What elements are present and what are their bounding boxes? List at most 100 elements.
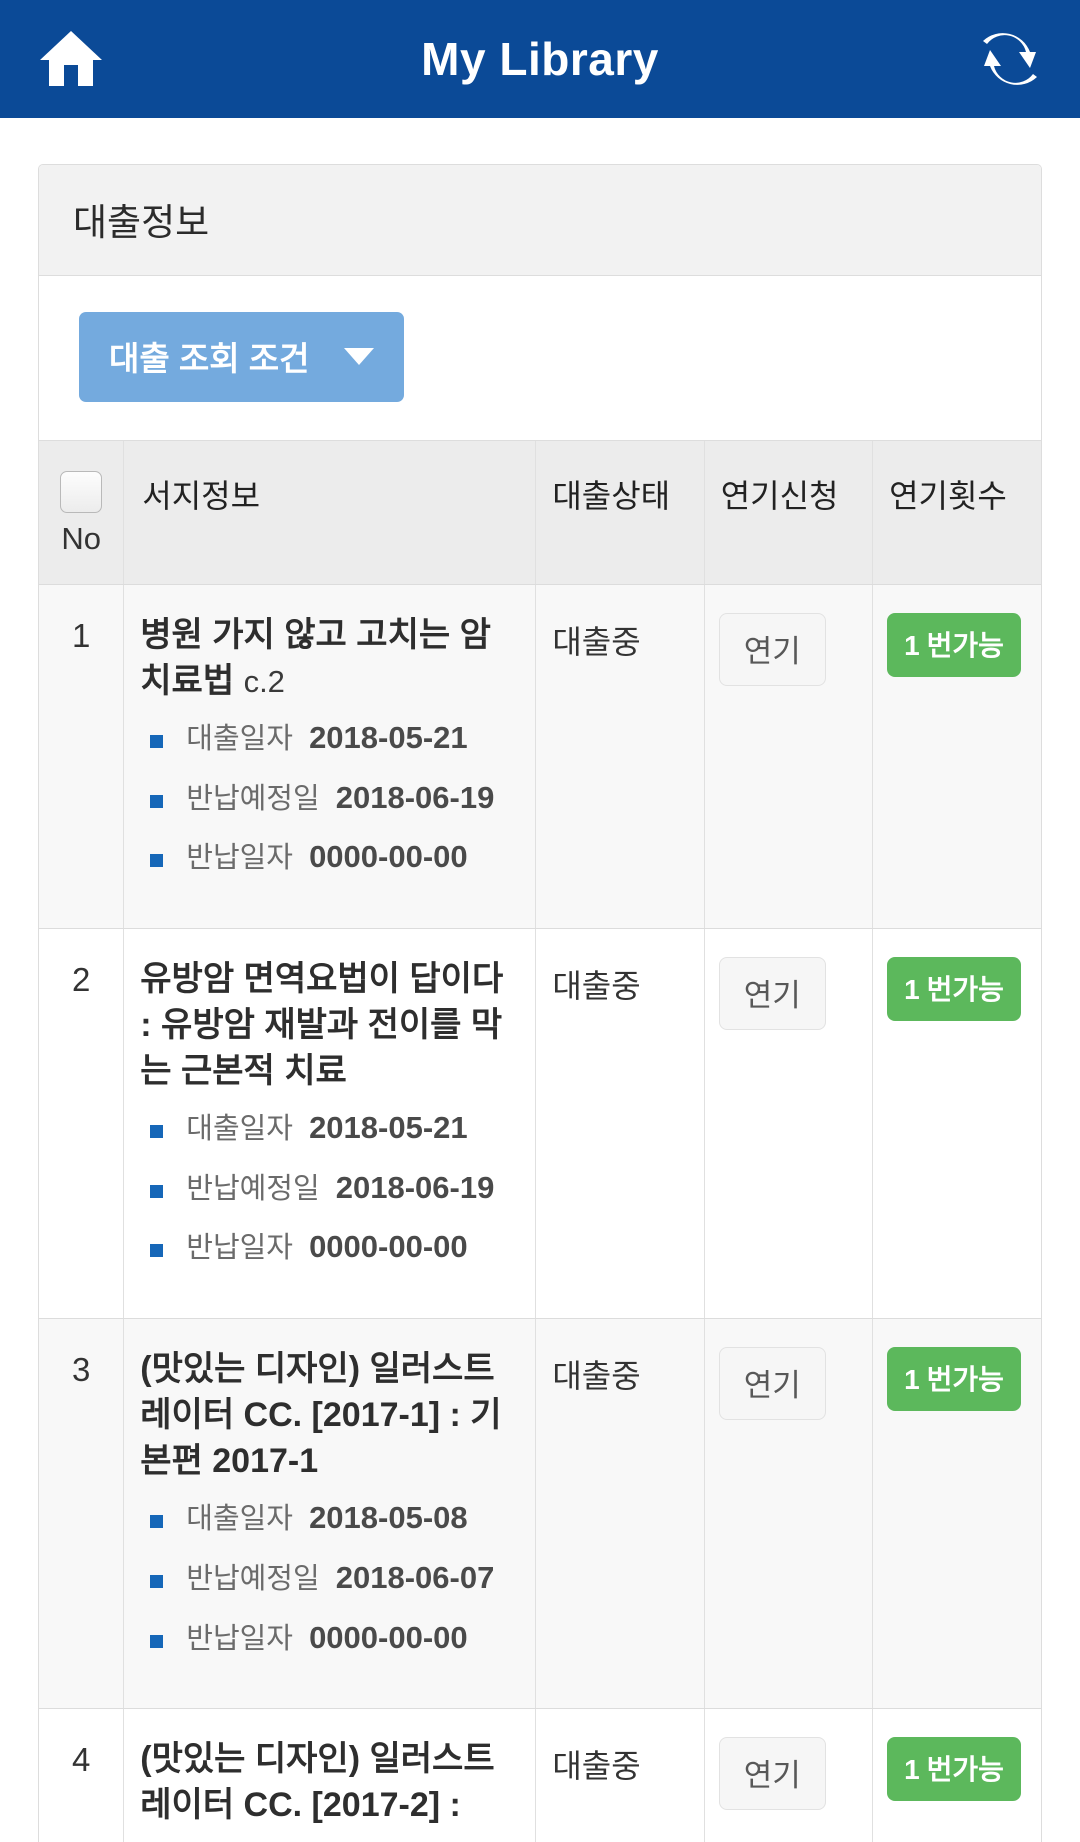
extension-count-badge: 1 번가능 (887, 1347, 1021, 1412)
meta-loan-date-value: 2018-05-08 (309, 1499, 468, 1535)
page-body: 대출정보 대출 조회 조건 No 서지정보 대출상태 연기신청 연기횟수 1 병… (0, 118, 1080, 1842)
book-title[interactable]: 유방암 면역요법이 답이다 : 유방암 재발과 전이를 막는 근본적 치료 (140, 957, 521, 1095)
meta-return-date-label: 반납일자 (186, 842, 293, 875)
row-bibliographic[interactable]: (맛있는 디자인) 일러스트레이터 CC. [2017-2] : (123, 1708, 537, 1842)
chevron-down-icon (343, 347, 374, 365)
book-title[interactable]: (맛있는 디자인) 일러스트레이터 CC. [2017-1] : 기본편 201… (140, 1347, 521, 1485)
home-button[interactable] (34, 22, 108, 96)
row-number: 1 (39, 584, 125, 930)
row-extension: 연기 (704, 584, 874, 930)
meta-loan-date-value: 2018-05-21 (309, 719, 468, 755)
meta-loan-date: 대출일자 2018-05-21 (150, 719, 521, 757)
extension-count-text: 번가능 (926, 1364, 1004, 1396)
book-title-text: 유방암 면역요법이 답이다 : 유방암 재발과 전이를 막는 근본적 치료 (140, 960, 504, 1090)
row-extension: 연기 (704, 1708, 874, 1842)
row-extension-count: 1 번가능 (872, 928, 1041, 1320)
row-number: 2 (39, 928, 125, 1320)
row-extension-count: 1 번가능 (872, 584, 1041, 930)
refresh-icon (978, 28, 1040, 90)
table-row[interactable]: 1 병원 가지 않고 고치는 암 치료법 c.2 대출일자 2018-05-21 (39, 584, 1041, 930)
meta-due-date-value: 2018-06-07 (335, 1559, 495, 1595)
refresh-button[interactable] (972, 22, 1046, 96)
book-title[interactable]: 병원 가지 않고 고치는 암 치료법 c.2 (140, 613, 521, 705)
extension-count-text: 번가능 (926, 630, 1004, 661)
meta-due-date: 반납예정일 2018-06-19 (150, 779, 521, 817)
book-title-text: (맛있는 디자인) 일러스트레이터 CC. [2017-2] : (140, 1740, 495, 1825)
row-extension-count: 1 번가능 (872, 1318, 1041, 1710)
header-no-label: No (61, 521, 101, 556)
extend-button[interactable]: 연기 (718, 613, 826, 686)
meta-due-date-value: 2018-06-19 (335, 1169, 495, 1205)
header-status: 대출상태 (535, 441, 705, 585)
table-body: 1 병원 가지 않고 고치는 암 치료법 c.2 대출일자 2018-05-21 (39, 584, 1041, 1842)
row-status: 대출중 (535, 928, 705, 1320)
book-title-text: 병원 가지 않고 고치는 암 치료법 (140, 616, 491, 700)
meta-due-date: 반납예정일 2018-06-07 (150, 1559, 521, 1597)
meta-due-date-value: 2018-06-19 (335, 779, 495, 815)
extension-count-badge: 1 번가능 (887, 957, 1021, 1022)
extension-count-badge: 1 번가능 (887, 1737, 1021, 1802)
panel-title: 대출정보 (73, 202, 210, 243)
extend-button[interactable]: 연기 (718, 1737, 826, 1811)
row-bibliographic[interactable]: 병원 가지 않고 고치는 암 치료법 c.2 대출일자 2018-05-21 반… (123, 584, 537, 930)
row-extension: 연기 (704, 1318, 874, 1710)
extension-count-text: 번가능 (926, 1754, 1004, 1786)
extension-count-number: 1 (904, 1364, 920, 1396)
meta-loan-date-value: 2018-05-21 (309, 1109, 468, 1145)
table-row[interactable]: 3 (맛있는 디자인) 일러스트레이터 CC. [2017-1] : 기본편 2… (39, 1318, 1041, 1710)
table-row[interactable]: 2 유방암 면역요법이 답이다 : 유방암 재발과 전이를 막는 근본적 치료 … (39, 928, 1041, 1320)
header-extension: 연기신청 (704, 441, 874, 585)
row-bibliographic[interactable]: (맛있는 디자인) 일러스트레이터 CC. [2017-1] : 기본편 201… (123, 1318, 537, 1710)
book-meta-list: 대출일자 2018-05-08 반납예정일 2018-06-07 반납일자 00… (140, 1499, 521, 1656)
book-volume: c.2 (243, 663, 285, 699)
meta-loan-date: 대출일자 2018-05-08 (150, 1499, 521, 1537)
meta-return-date-value: 0000-00-00 (309, 1229, 468, 1265)
book-meta-list: 대출일자 2018-05-21 반납예정일 2018-06-19 반납일자 00… (140, 1109, 521, 1266)
row-number: 4 (39, 1708, 125, 1842)
row-status: 대출중 (535, 1318, 705, 1710)
home-icon (38, 29, 104, 89)
filter-area: 대출 조회 조건 (39, 276, 1041, 441)
meta-due-date-label: 반납예정일 (186, 1172, 320, 1205)
book-title-text: (맛있는 디자인) 일러스트레이터 CC. [2017-1] : (140, 1350, 495, 1435)
book-title[interactable]: (맛있는 디자인) 일러스트레이터 CC. [2017-2] : (140, 1737, 521, 1829)
table-row[interactable]: 4 (맛있는 디자인) 일러스트레이터 CC. [2017-2] : 대출중 연… (39, 1708, 1041, 1842)
extension-count-badge: 1 번가능 (887, 613, 1021, 677)
extend-button[interactable]: 연기 (718, 957, 826, 1031)
extension-count-number: 1 (904, 974, 920, 1006)
app-header: My Library (0, 0, 1080, 118)
header-select-all[interactable]: No (39, 441, 125, 585)
extend-button[interactable]: 연기 (718, 1347, 826, 1421)
meta-due-date: 반납예정일 2018-06-19 (150, 1169, 521, 1207)
meta-return-date: 반납일자 0000-00-00 (150, 1228, 521, 1266)
row-extension-count: 1 번가능 (872, 1708, 1041, 1842)
meta-loan-date-label: 대출일자 (186, 1502, 293, 1535)
table-header-row: No 서지정보 대출상태 연기신청 연기횟수 (39, 441, 1041, 585)
meta-due-date-label: 반납예정일 (186, 782, 320, 815)
page-title: My Library (421, 33, 659, 85)
meta-return-date-label: 반납일자 (186, 1232, 293, 1265)
meta-loan-date-label: 대출일자 (186, 1112, 293, 1145)
book-meta-list: 대출일자 2018-05-21 반납예정일 2018-06-19 반납일자 00… (140, 719, 521, 876)
meta-return-date: 반납일자 0000-00-00 (150, 1619, 521, 1657)
loans-table: No 서지정보 대출상태 연기신청 연기횟수 1 병원 가지 않고 고치는 암 … (39, 441, 1041, 1842)
row-status: 대출중 (535, 1708, 705, 1842)
extension-count-text: 번가능 (926, 974, 1004, 1006)
row-extension: 연기 (704, 928, 874, 1320)
select-all-checkbox[interactable] (60, 471, 103, 513)
meta-return-date-value: 0000-00-00 (309, 1619, 468, 1655)
meta-loan-date-label: 대출일자 (186, 722, 293, 755)
extension-count-number: 1 (904, 630, 920, 661)
meta-return-date-label: 반납일자 (186, 1622, 293, 1655)
header-bibliographic: 서지정보 (123, 441, 537, 585)
row-bibliographic[interactable]: 유방암 면역요법이 답이다 : 유방암 재발과 전이를 막는 근본적 치료 대출… (123, 928, 537, 1320)
header-extension-count: 연기횟수 (872, 441, 1041, 585)
meta-return-date: 반납일자 0000-00-00 (150, 838, 521, 876)
extension-count-number: 1 (904, 1754, 920, 1786)
meta-return-date-value: 0000-00-00 (309, 839, 468, 875)
loan-query-condition-button[interactable]: 대출 조회 조건 (79, 312, 404, 402)
meta-loan-date: 대출일자 2018-05-21 (150, 1109, 521, 1147)
filter-button-label: 대출 조회 조건 (109, 340, 310, 377)
row-number: 3 (39, 1318, 125, 1710)
panel-header: 대출정보 (39, 165, 1041, 276)
